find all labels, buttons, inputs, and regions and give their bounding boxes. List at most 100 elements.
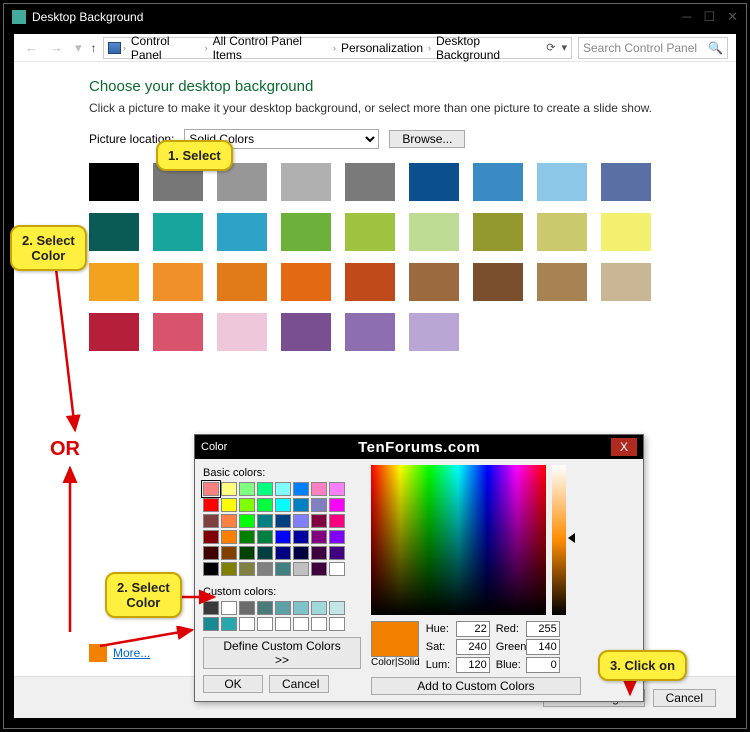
basic-color-cell[interactable] <box>329 562 345 576</box>
color-swatch[interactable] <box>601 213 651 251</box>
basic-color-cell[interactable] <box>275 546 291 560</box>
basic-color-cell[interactable] <box>329 498 345 512</box>
basic-color-cell[interactable] <box>203 546 219 560</box>
color-swatch[interactable] <box>409 263 459 301</box>
basic-color-cell[interactable] <box>221 546 237 560</box>
color-swatch[interactable] <box>409 313 459 351</box>
color-swatch[interactable] <box>281 263 331 301</box>
basic-color-cell[interactable] <box>203 562 219 576</box>
color-swatch[interactable] <box>281 313 331 351</box>
slider-thumb-icon[interactable] <box>568 533 575 543</box>
color-swatch[interactable] <box>89 263 139 301</box>
color-swatch[interactable] <box>89 163 139 201</box>
color-swatch[interactable] <box>537 213 587 251</box>
custom-color-cell[interactable] <box>293 601 309 615</box>
custom-color-cell[interactable] <box>293 617 309 631</box>
basic-color-cell[interactable] <box>329 514 345 528</box>
basic-color-cell[interactable] <box>329 546 345 560</box>
basic-color-cell[interactable] <box>239 514 255 528</box>
basic-color-cell[interactable] <box>257 546 273 560</box>
color-swatch[interactable] <box>601 263 651 301</box>
color-swatch[interactable] <box>601 163 651 201</box>
custom-color-cell[interactable] <box>239 617 255 631</box>
dialog-close-icon[interactable]: X <box>611 438 637 456</box>
color-swatch[interactable] <box>473 263 523 301</box>
dialog-cancel-button[interactable]: Cancel <box>269 675 329 693</box>
refresh-icon[interactable]: ⟳ <box>546 41 555 54</box>
basic-color-cell[interactable] <box>311 530 327 544</box>
browse-button[interactable]: Browse... <box>389 130 465 148</box>
back-icon[interactable]: ← <box>22 40 41 55</box>
custom-color-cell[interactable] <box>221 617 237 631</box>
custom-color-cell[interactable] <box>329 617 345 631</box>
custom-color-cell[interactable] <box>275 601 291 615</box>
basic-color-cell[interactable] <box>221 482 237 496</box>
sat-field[interactable] <box>456 639 490 655</box>
color-swatch[interactable] <box>281 213 331 251</box>
basic-color-cell[interactable] <box>203 498 219 512</box>
color-swatch[interactable] <box>217 313 267 351</box>
basic-color-cell[interactable] <box>203 530 219 544</box>
basic-color-cell[interactable] <box>239 498 255 512</box>
basic-color-cell[interactable] <box>257 530 273 544</box>
ok-button[interactable]: OK <box>203 675 263 693</box>
define-custom-button[interactable]: Define Custom Colors >> <box>203 637 361 669</box>
basic-color-cell[interactable] <box>293 546 309 560</box>
crumb-all-items[interactable]: All Control Panel Items <box>210 34 331 62</box>
basic-color-cell[interactable] <box>275 498 291 512</box>
basic-color-cell[interactable] <box>257 498 273 512</box>
basic-color-cell[interactable] <box>221 530 237 544</box>
color-swatch[interactable] <box>153 263 203 301</box>
color-swatch[interactable] <box>409 213 459 251</box>
color-swatch[interactable] <box>281 163 331 201</box>
basic-color-cell[interactable] <box>275 562 291 576</box>
basic-color-cell[interactable] <box>311 482 327 496</box>
basic-color-cell[interactable] <box>293 498 309 512</box>
basic-color-cell[interactable] <box>275 482 291 496</box>
color-swatch[interactable] <box>153 213 203 251</box>
basic-color-cell[interactable] <box>257 482 273 496</box>
custom-color-cell[interactable] <box>203 601 219 615</box>
green-field[interactable] <box>526 639 560 655</box>
crumb-desktop-bg[interactable]: Desktop Background <box>433 34 544 62</box>
close-icon[interactable]: ✕ <box>727 9 738 25</box>
cancel-button[interactable]: Cancel <box>653 689 716 707</box>
basic-color-cell[interactable] <box>293 482 309 496</box>
color-swatch[interactable] <box>473 213 523 251</box>
color-swatch[interactable] <box>473 163 523 201</box>
color-swatch[interactable] <box>345 263 395 301</box>
color-swatch[interactable] <box>153 313 203 351</box>
basic-color-cell[interactable] <box>239 530 255 544</box>
add-custom-button[interactable]: Add to Custom Colors <box>371 677 581 695</box>
basic-color-cell[interactable] <box>275 530 291 544</box>
basic-color-cell[interactable] <box>221 514 237 528</box>
color-swatch[interactable] <box>537 163 587 201</box>
basic-color-cell[interactable] <box>257 514 273 528</box>
color-swatch[interactable] <box>345 313 395 351</box>
basic-color-cell[interactable] <box>203 482 219 496</box>
basic-color-cell[interactable] <box>329 482 345 496</box>
basic-color-cell[interactable] <box>311 514 327 528</box>
up-icon[interactable]: ↑ <box>91 41 97 55</box>
basic-color-cell[interactable] <box>293 514 309 528</box>
search-input[interactable]: Search Control Panel 🔍 <box>578 37 728 59</box>
basic-color-cell[interactable] <box>311 546 327 560</box>
basic-color-cell[interactable] <box>311 498 327 512</box>
maximize-icon[interactable]: ☐ <box>703 9 715 25</box>
lum-field[interactable] <box>456 657 490 673</box>
custom-color-cell[interactable] <box>203 617 219 631</box>
custom-color-cell[interactable] <box>275 617 291 631</box>
color-swatch[interactable] <box>89 213 139 251</box>
recent-icon[interactable]: ▾ <box>72 40 85 56</box>
basic-color-cell[interactable] <box>239 546 255 560</box>
custom-color-cell[interactable] <box>311 617 327 631</box>
basic-color-cell[interactable] <box>311 562 327 576</box>
basic-color-cell[interactable] <box>329 530 345 544</box>
basic-color-cell[interactable] <box>293 562 309 576</box>
custom-color-cell[interactable] <box>311 601 327 615</box>
basic-color-cell[interactable] <box>203 514 219 528</box>
custom-color-cell[interactable] <box>221 601 237 615</box>
custom-color-cell[interactable] <box>239 601 255 615</box>
basic-color-cell[interactable] <box>221 562 237 576</box>
luminance-slider[interactable] <box>552 465 566 615</box>
